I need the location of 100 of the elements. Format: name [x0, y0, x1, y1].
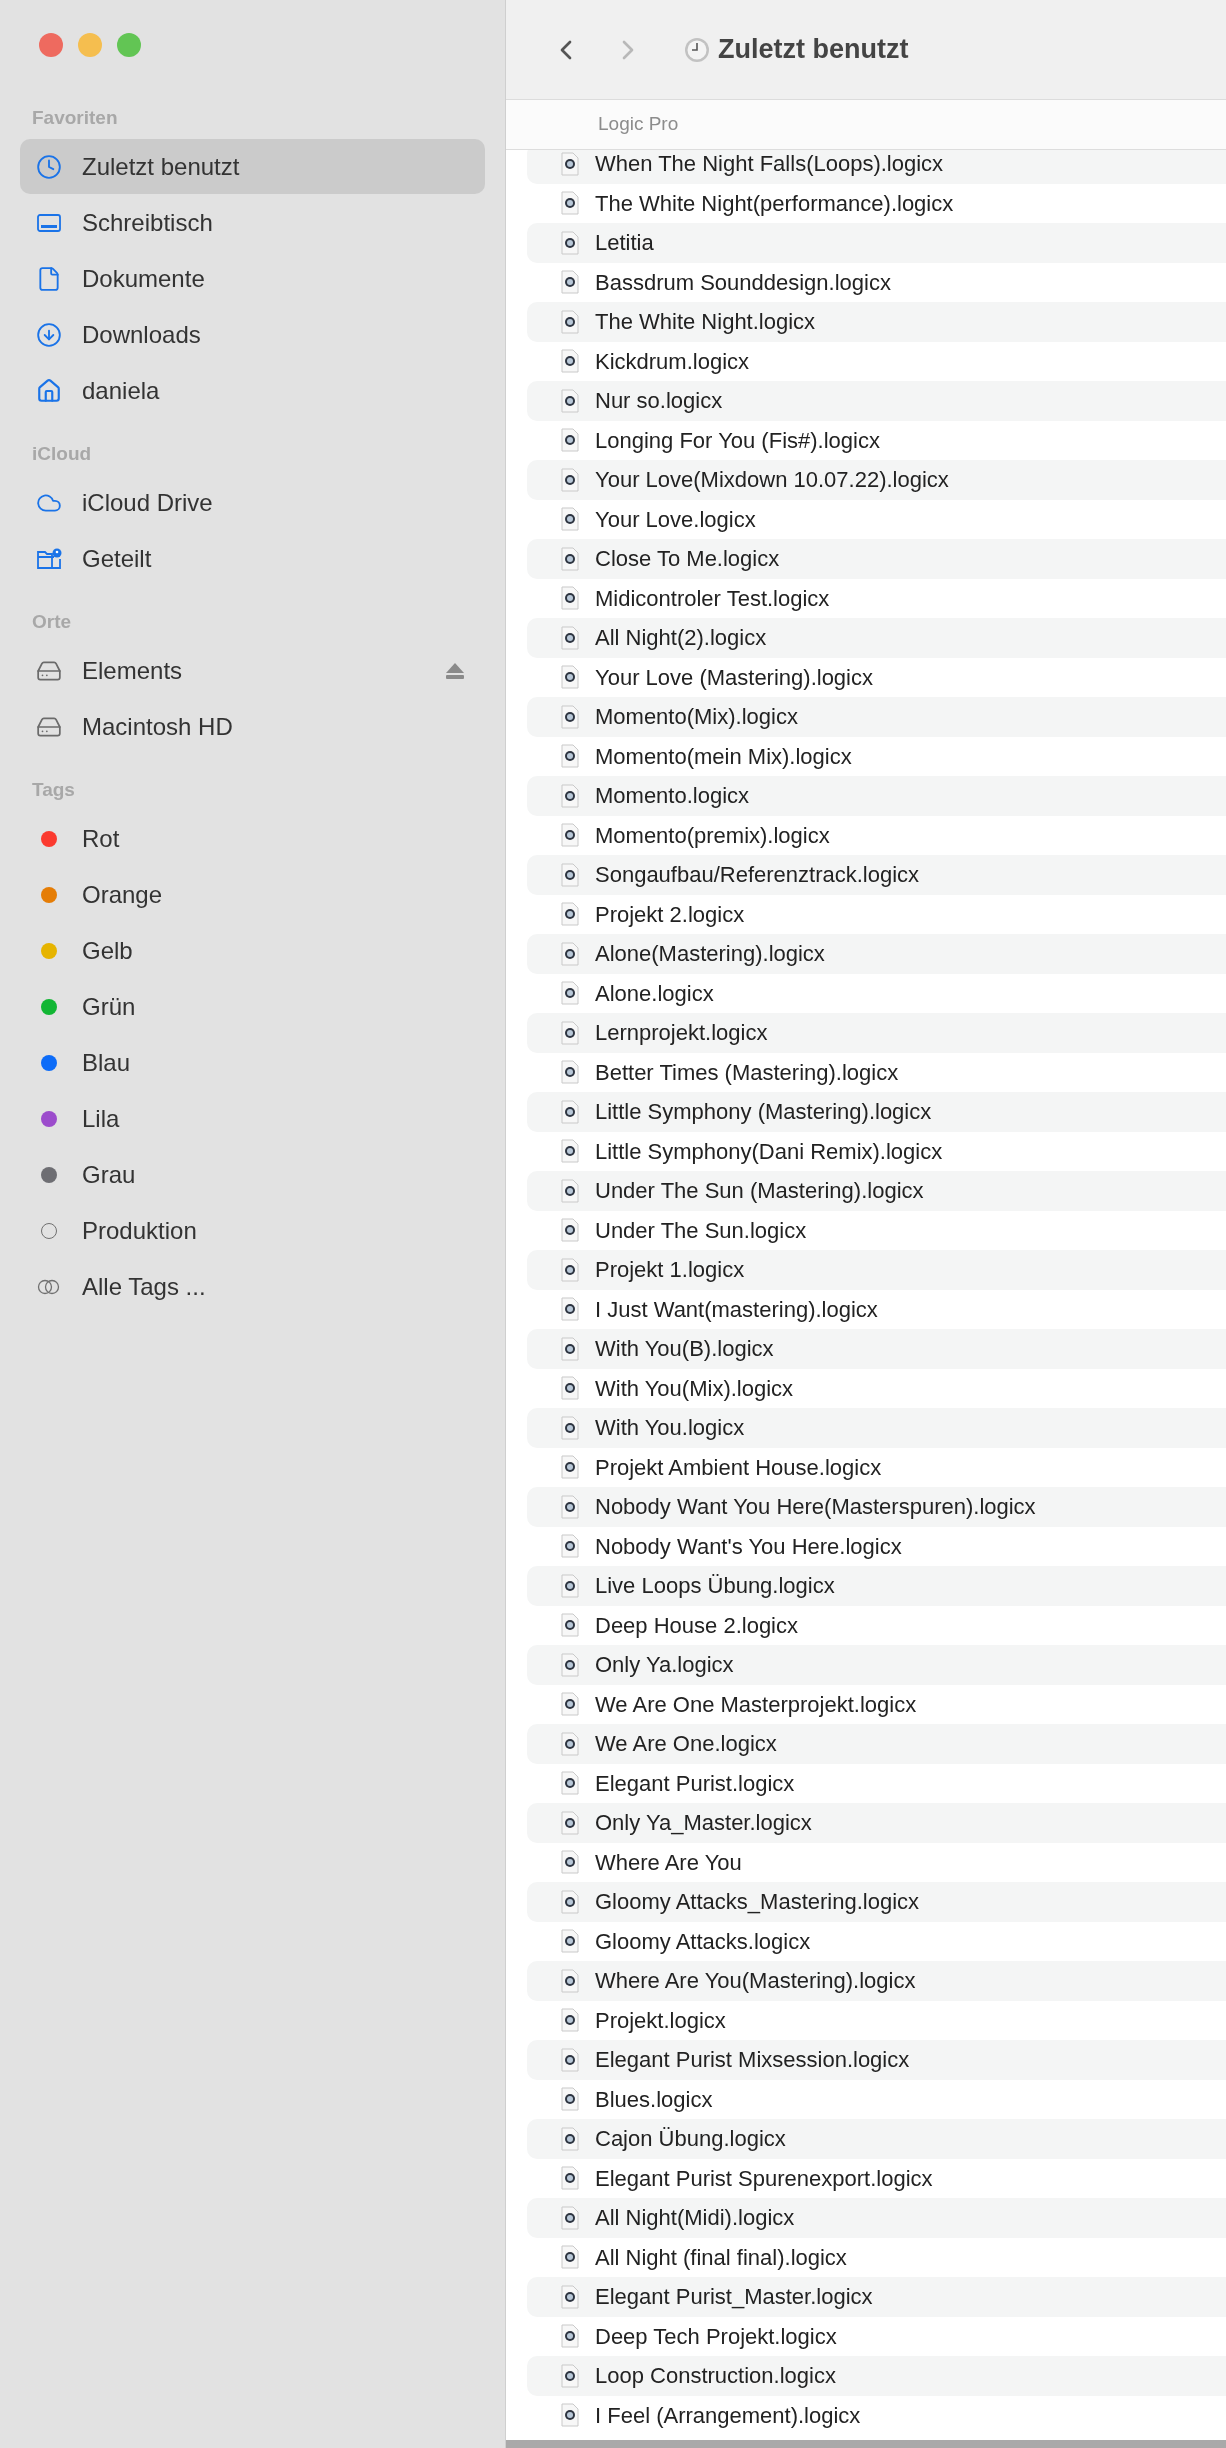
project-file-icon [561, 1178, 579, 1203]
file-row[interactable]: Little Symphony(Dani Remix).logicx [527, 1131, 1226, 1171]
file-row[interactable]: I Feel (Arrangement).logicx [527, 2395, 1226, 2435]
file-row[interactable]: Live Loops Übung.logicx [527, 1566, 1226, 1606]
file-name: All Night (final final).logicx [595, 2243, 847, 2272]
file-row[interactable]: We Are One.logicx [527, 1724, 1226, 1764]
file-row[interactable]: With You.logicx [527, 1408, 1226, 1448]
file-row[interactable]: Songaufbau/Referenztrack.logicx [527, 855, 1226, 895]
file-row[interactable]: Gloomy Attacks.logicx [527, 1921, 1226, 1961]
file-row[interactable]: Midicontroler Test.logicx [527, 578, 1226, 618]
project-file-icon [561, 2363, 579, 2388]
file-row[interactable]: Gloomy Attacks_Mastering.logicx [527, 1882, 1226, 1922]
sidebar-item[interactable]: Blau [20, 1035, 485, 1090]
project-file-icon [561, 507, 579, 532]
file-name: We Are One Masterprojekt.logicx [595, 1690, 917, 1719]
file-name: Deep Tech Projekt.logicx [595, 2322, 837, 2351]
sidebar-item[interactable]: Schreibtisch [20, 195, 485, 250]
project-file-icon [561, 862, 579, 887]
file-row[interactable]: Kickdrum.logicx [527, 341, 1226, 381]
file-row[interactable]: Projekt.logicx [527, 2000, 1226, 2040]
file-row[interactable]: Momento.logicx [527, 776, 1226, 816]
file-name: Your Love (Mastering).logicx [595, 663, 873, 692]
file-row[interactable]: Lernprojekt.logicx [527, 1013, 1226, 1053]
file-row[interactable]: All Night (final final).logicx [527, 2237, 1226, 2277]
file-row[interactable]: Deep Tech Projekt.logicx [527, 2316, 1226, 2356]
file-row[interactable]: Little Symphony (Mastering).logicx [527, 1092, 1226, 1132]
project-file-icon [561, 546, 579, 571]
sidebar-item[interactable]: Grün [20, 979, 485, 1034]
sidebar-item[interactable]: Macintosh HD [20, 699, 485, 754]
sidebar-item[interactable]: Zuletzt benutzt [20, 139, 485, 194]
sidebar-item[interactable]: Geteilt [20, 531, 485, 586]
file-row[interactable]: Under The Sun.logicx [527, 1210, 1226, 1250]
project-file-icon [561, 467, 579, 492]
file-row[interactable]: Better Times (Mastering).logicx [527, 1052, 1226, 1092]
file-row[interactable]: Projekt 1.logicx [527, 1250, 1226, 1290]
sidebar-item[interactable]: Downloads [20, 307, 485, 362]
file-name: Cajon Übung.logicx [595, 2125, 786, 2154]
file-row[interactable]: Projekt 2.logicx [527, 894, 1226, 934]
close-button[interactable] [39, 33, 63, 57]
file-row[interactable]: All Night(2).logicx [527, 618, 1226, 658]
file-row[interactable]: Where Are You [527, 1842, 1226, 1882]
file-row[interactable]: Close To Me.logicx [527, 539, 1226, 579]
sidebar-item[interactable]: Dokumente [20, 251, 485, 306]
file-row[interactable]: Bassdrum Sounddesign.logicx [527, 262, 1226, 302]
file-row[interactable]: All Night(Midi).logicx [527, 2198, 1226, 2238]
file-row[interactable]: Blues.logicx [527, 2079, 1226, 2119]
file-row[interactable]: I Just Want(mastering).logicx [527, 1289, 1226, 1329]
project-file-icon [561, 428, 579, 453]
file-row[interactable]: Momento(mein Mix).logicx [527, 736, 1226, 776]
file-row[interactable]: Projekt Ambient House.logicx [527, 1447, 1226, 1487]
sidebar-item[interactable]: Alle Tags ... [20, 1259, 485, 1314]
file-row[interactable]: Where Are You(Mastering).logicx [527, 1961, 1226, 2001]
file-row[interactable]: Elegant Purist Mixsession.logicx [527, 2040, 1226, 2080]
file-row[interactable]: Only Ya_Master.logicx [527, 1803, 1226, 1843]
project-file-icon [561, 309, 579, 334]
file-row[interactable]: Longing For You (Fis#).logicx [527, 420, 1226, 460]
file-row[interactable]: Alone.logicx [527, 973, 1226, 1013]
project-file-icon [561, 1850, 579, 1875]
file-row[interactable]: Momento(Mix).logicx [527, 697, 1226, 737]
file-name: The White Night.logicx [595, 308, 816, 337]
file-row[interactable]: Momento(premix).logicx [527, 815, 1226, 855]
sidebar-item[interactable]: Rot [20, 811, 485, 866]
file-row[interactable]: Nur so.logicx [527, 381, 1226, 421]
sidebar-item[interactable]: daniela [20, 363, 485, 418]
file-row[interactable]: Deep House 2.logicx [527, 1605, 1226, 1645]
sidebar-item[interactable]: Grau [20, 1147, 485, 1202]
project-file-icon [561, 2008, 579, 2033]
file-row[interactable]: Your Love(Mixdown 10.07.22).logicx [527, 460, 1226, 500]
file-row[interactable]: The White Night.logicx [527, 302, 1226, 342]
eject-icon[interactable] [445, 661, 465, 680]
file-row[interactable]: The White Night(performance).logicx [527, 183, 1226, 223]
project-file-icon [561, 151, 579, 176]
file-row[interactable]: Cajon Übung.logicx [527, 2119, 1226, 2159]
file-row[interactable]: Under The Sun (Mastering).logicx [527, 1171, 1226, 1211]
file-row[interactable]: We Are One Masterprojekt.logicx [527, 1684, 1226, 1724]
file-row[interactable]: Loop Construction.logicx [527, 2356, 1226, 2396]
sidebar-item[interactable]: Orange [20, 867, 485, 922]
sidebar-item[interactable]: Lila [20, 1091, 485, 1146]
sidebar-item[interactable]: iCloud Drive [20, 475, 485, 530]
file-name: With You.logicx [595, 1414, 745, 1443]
file-row[interactable]: Elegant Purist_Master.logicx [527, 2277, 1226, 2317]
file-row[interactable]: Your Love (Mastering).logicx [527, 657, 1226, 697]
minimize-button[interactable] [78, 33, 102, 57]
file-row[interactable]: Nobody Want's You Here.logicx [527, 1526, 1226, 1566]
file-row[interactable]: Only Ya.logicx [527, 1645, 1226, 1685]
file-row[interactable]: Nobody Want You Here(Masterspuren).logicx [527, 1487, 1226, 1527]
file-row[interactable]: With You(Mix).logicx [527, 1368, 1226, 1408]
zoom-button[interactable] [117, 33, 141, 57]
file-name: Little Symphony (Mastering).logicx [595, 1098, 932, 1127]
sidebar-item[interactable]: Elements [20, 643, 485, 698]
file-row[interactable]: When The Night Falls(Loops).logicx [527, 150, 1226, 184]
file-row[interactable]: Your Love.logicx [527, 499, 1226, 539]
sidebar-item[interactable]: Gelb [20, 923, 485, 978]
file-name: Under The Sun.logicx [595, 1216, 807, 1245]
file-row[interactable]: Alone(Mastering).logicx [527, 934, 1226, 974]
file-row[interactable]: Elegant Purist.logicx [527, 1763, 1226, 1803]
file-row[interactable]: With You(B).logicx [527, 1329, 1226, 1369]
file-row[interactable]: Elegant Purist Spurenexport.logicx [527, 2158, 1226, 2198]
sidebar-item[interactable]: Produktion [20, 1203, 485, 1258]
file-row[interactable]: Letitia [527, 223, 1226, 263]
